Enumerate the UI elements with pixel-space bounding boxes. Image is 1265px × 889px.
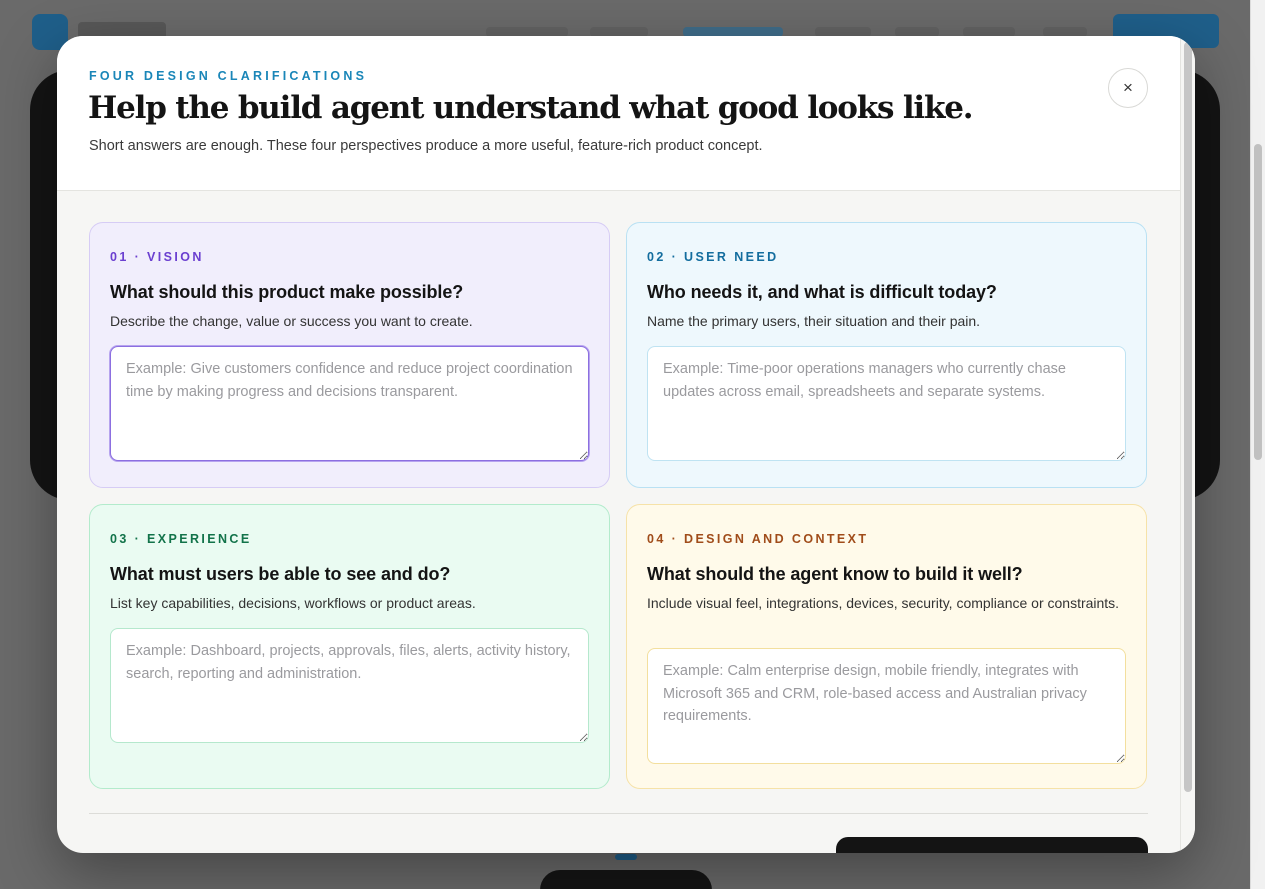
- card-help-text: Describe the change, value or success yo…: [110, 313, 473, 329]
- card-tag: 01 · VISION: [110, 250, 204, 264]
- card-tag: 02 · USER NEED: [647, 250, 779, 264]
- dialog-header: FOUR DESIGN CLARIFICATIONS Help the buil…: [57, 36, 1180, 191]
- card-tag: 03 · EXPERIENCE: [110, 532, 252, 546]
- card-vision: 01 · VISION What should this product mak…: [89, 222, 610, 488]
- primary-action-button[interactable]: [836, 837, 1148, 853]
- design-context-input[interactable]: [647, 648, 1126, 764]
- card-user-need: 02 · USER NEED Who needs it, and what is…: [626, 222, 1147, 488]
- card-help-text: Name the primary users, their situation …: [647, 313, 981, 329]
- card-tag: 04 · DESIGN AND CONTEXT: [647, 532, 869, 546]
- footer-divider: [89, 813, 1148, 814]
- dialog-eyebrow: FOUR DESIGN CLARIFICATIONS: [89, 69, 368, 83]
- card-help-text: List key capabilities, decisions, workfl…: [110, 595, 476, 611]
- card-help-text: Include visual feel, integrations, devic…: [647, 595, 1120, 611]
- card-question: Who needs it, and what is difficult toda…: [647, 282, 997, 302]
- experience-input[interactable]: [110, 628, 589, 743]
- close-icon: ×: [1123, 78, 1133, 97]
- background-indicator: [615, 854, 637, 860]
- clarifications-dialog: FOUR DESIGN CLARIFICATIONS Help the buil…: [57, 36, 1195, 853]
- page-scrollbar[interactable]: [1250, 0, 1265, 889]
- page-scrollbar-thumb[interactable]: [1254, 144, 1262, 460]
- dialog-scrollbar[interactable]: [1180, 36, 1195, 853]
- vision-input[interactable]: [110, 346, 589, 461]
- close-button[interactable]: ×: [1108, 68, 1148, 108]
- dialog-subtitle: Short answers are enough. These four per…: [89, 138, 763, 154]
- card-question: What should this product make possible?: [110, 282, 464, 302]
- dialog-title: Help the build agent understand what goo…: [88, 90, 974, 126]
- card-design-context: 04 · DESIGN AND CONTEXT What should the …: [626, 504, 1147, 789]
- background-button: [540, 870, 712, 889]
- user-need-input[interactable]: [647, 346, 1126, 461]
- card-question: What must users be able to see and do?: [110, 564, 451, 584]
- card-experience: 03 · EXPERIENCE What must users be able …: [89, 504, 610, 789]
- dialog-scrollbar-thumb[interactable]: [1184, 42, 1192, 792]
- card-question: What should the agent know to build it w…: [647, 564, 1023, 584]
